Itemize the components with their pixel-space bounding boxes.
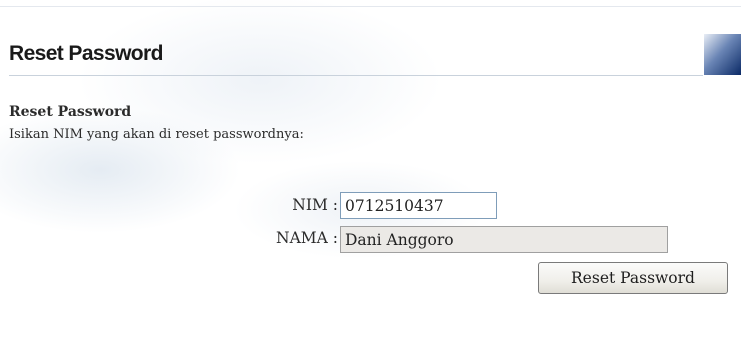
page-title: Reset Password	[9, 42, 163, 65]
nim-input[interactable]	[340, 192, 497, 219]
header-decoration	[704, 34, 741, 75]
section-title: Reset Password	[9, 104, 132, 120]
nama-label: NAMA :	[276, 229, 338, 247]
reset-password-button[interactable]: Reset Password	[538, 262, 728, 294]
nama-field	[340, 226, 668, 253]
instruction-text: Isikan NIM yang akan di reset passwordny…	[9, 127, 304, 142]
top-divider	[0, 6, 741, 7]
nim-label: NIM :	[292, 196, 338, 214]
page: Reset Password Reset Password Isikan NIM…	[0, 0, 741, 338]
header-divider	[9, 75, 703, 76]
